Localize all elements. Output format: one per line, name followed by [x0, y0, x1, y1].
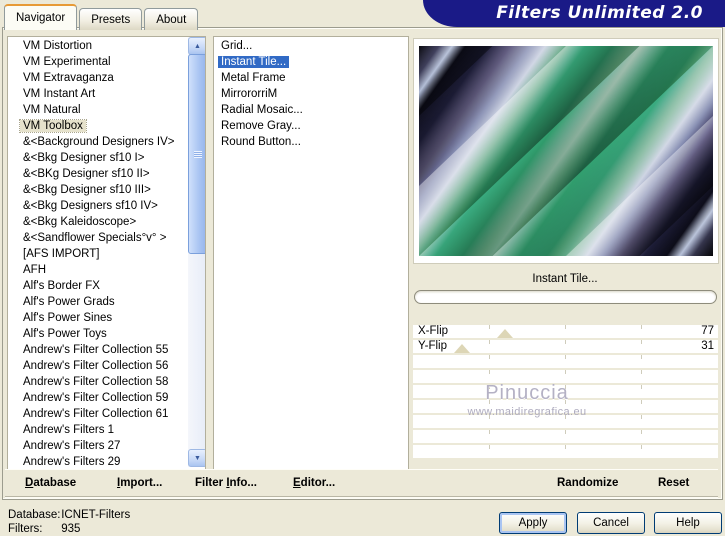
list-item[interactable]: MirrororriM: [214, 86, 408, 102]
thumb-grip-icon: [193, 150, 202, 158]
slider-row-empty: [413, 370, 718, 383]
list-item[interactable]: VM Extravaganza: [8, 70, 205, 86]
list-item[interactable]: &<Sandflower Specials°v° >: [8, 230, 205, 246]
navigator-page: ▲ ▼ VM Distortion VM Experimental VM Extra…: [2, 27, 723, 500]
app-title: Filters Unlimited 2.0: [496, 3, 703, 23]
tab-presets[interactable]: Presets: [79, 8, 143, 30]
slider-value: 77: [701, 325, 714, 337]
cancel-button[interactable]: Cancel: [577, 512, 645, 534]
list-item[interactable]: Andrew's Filter Collection 56: [8, 358, 205, 374]
status-filters: Filters: 935: [8, 523, 80, 535]
list-item[interactable]: Alf's Power Sines: [8, 310, 205, 326]
scrollbar-thumb[interactable]: [188, 54, 205, 254]
randomize-button[interactable]: Randomize: [557, 470, 618, 496]
status-filters-label: Filters:: [8, 523, 43, 535]
list-item[interactable]: Instant Tile...: [214, 54, 408, 70]
slider-row-empty: [413, 430, 718, 443]
tab-about[interactable]: About: [144, 8, 199, 30]
help-button[interactable]: Help: [654, 512, 722, 534]
list-item[interactable]: AFH: [8, 262, 205, 278]
command-bar: Database Import... Filter Info... Editor…: [5, 469, 718, 497]
list-item[interactable]: Andrew's Filter Collection 58: [8, 374, 205, 390]
list-item[interactable]: VM Toolbox: [8, 118, 205, 134]
slider-handle[interactable]: [453, 344, 470, 353]
list-item[interactable]: Alf's Power Grads: [8, 294, 205, 310]
slider-label: X-Flip: [418, 325, 449, 337]
editor-button[interactable]: Editor...: [293, 470, 335, 496]
list-item[interactable]: Round Button...: [214, 134, 408, 150]
list-item[interactable]: Remove Gray...: [214, 118, 408, 134]
tab-navigator[interactable]: Navigator: [4, 4, 78, 30]
status-database-value: ICNET-Filters: [61, 509, 131, 521]
list-item[interactable]: Alf's Power Toys: [8, 326, 205, 342]
list-item[interactable]: Grid...: [214, 38, 408, 54]
preview-panel: Instant Tile... X-Flip 77 Y-Flip 31 Pinu…: [411, 36, 722, 468]
slider-row-empty: [413, 415, 718, 428]
status-filters-value: 935: [61, 523, 81, 535]
list-item[interactable]: Andrew's Filter Collection 55: [8, 342, 205, 358]
database-button[interactable]: Database: [25, 470, 76, 496]
preview-image[interactable]: [419, 46, 713, 256]
filters-unlimited-dialog: { "window": { "title": "Filters Unlimite…: [0, 0, 725, 536]
import-button[interactable]: Import...: [117, 470, 162, 496]
slider-row-empty: [413, 400, 718, 413]
slider-row-empty: [413, 385, 718, 398]
filter-listbox[interactable]: Grid... Instant Tile... Metal Frame Mirroro…: [213, 36, 409, 471]
list-item[interactable]: VM Natural: [8, 102, 205, 118]
scroll-down-icon[interactable]: ▼: [188, 449, 205, 467]
list-item[interactable]: &<Background Designers IV>: [8, 134, 205, 150]
list-item[interactable]: Metal Frame: [214, 70, 408, 86]
slider-handle[interactable]: [496, 329, 513, 338]
render-progress-bar: [414, 290, 717, 304]
list-item[interactable]: Andrew's Filters 27: [8, 438, 205, 454]
list-item[interactable]: &<Bkg Kaleidoscope>: [8, 214, 205, 230]
slider-row-empty: [413, 445, 718, 458]
list-item[interactable]: Andrew's Filter Collection 61: [8, 406, 205, 422]
category-scrollbar[interactable]: ▲ ▼: [188, 37, 205, 467]
list-item[interactable]: Andrew's Filters 1: [8, 422, 205, 438]
list-item[interactable]: VM Experimental: [8, 54, 205, 70]
list-item[interactable]: Alf's Border FX: [8, 278, 205, 294]
slider-label: Y-Flip: [418, 340, 447, 352]
list-item[interactable]: &<BKg Designer sf10 II>: [8, 166, 205, 182]
slider-x-flip[interactable]: X-Flip 77: [413, 325, 718, 338]
reset-button[interactable]: Reset: [658, 470, 689, 496]
status-database: Database: ICNET-Filters: [8, 509, 130, 521]
slider-y-flip[interactable]: Y-Flip 31: [413, 340, 718, 353]
preview-frame: [413, 38, 719, 264]
list-item[interactable]: VM Instant Art: [8, 86, 205, 102]
apply-button[interactable]: Apply: [499, 512, 567, 534]
list-item[interactable]: VM Distortion: [8, 38, 205, 54]
list-item[interactable]: &<Bkg Designer sf10 I>: [8, 150, 205, 166]
slider-value: 31: [701, 340, 714, 352]
list-item[interactable]: [AFS IMPORT]: [8, 246, 205, 262]
list-item[interactable]: Radial Mosaic...: [214, 102, 408, 118]
list-item[interactable]: &<Bkg Designers sf10 IV>: [8, 198, 205, 214]
title-banner: Filters Unlimited 2.0: [423, 0, 725, 27]
slider-row-empty: [413, 355, 718, 368]
list-item[interactable]: Andrew's Filters 29: [8, 454, 205, 470]
list-item[interactable]: &<Bkg Designer sf10 III>: [8, 182, 205, 198]
tab-strip: Navigator Presets About: [4, 4, 199, 30]
scroll-up-icon[interactable]: ▲: [188, 37, 205, 55]
selected-filter-caption: Instant Tile...: [532, 273, 598, 285]
filter-info-button[interactable]: Filter Info...: [195, 470, 257, 496]
category-listbox[interactable]: ▲ ▼ VM Distortion VM Experimental VM Extra…: [7, 36, 206, 471]
list-item[interactable]: Andrew's Filter Collection 59: [8, 390, 205, 406]
status-database-label: Database:: [8, 509, 61, 521]
